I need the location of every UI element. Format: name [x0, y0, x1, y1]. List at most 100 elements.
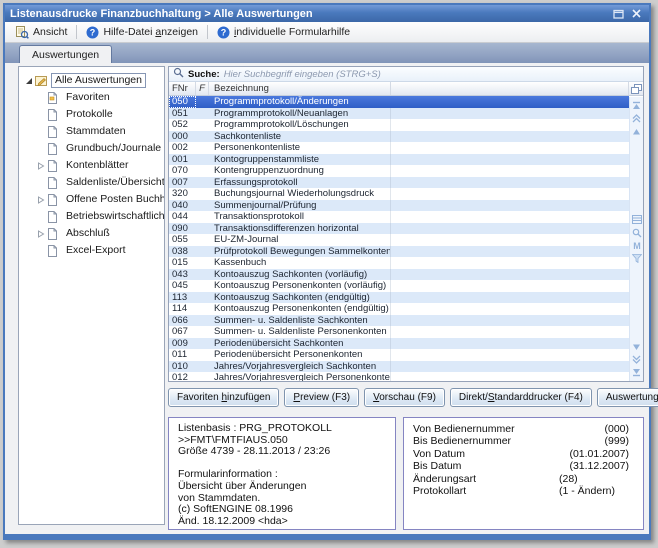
view-list-icon[interactable]	[630, 213, 643, 226]
table-row[interactable]: 015Kassenbuch	[169, 257, 629, 269]
favorites-icon	[47, 92, 58, 104]
scroll-page-up-icon[interactable]	[630, 112, 643, 125]
tree-item-6[interactable]: Offene Posten Buchhaltung	[19, 191, 164, 208]
cell-bezeichnung: Kontoauszug Sachkonten (vorläufig)	[209, 269, 391, 281]
toolbar-button-label: Ansicht	[33, 26, 67, 38]
column-header-f[interactable]: F	[196, 82, 209, 95]
tree-item-label: Betriebswirtschaftliche Auswertungen	[63, 210, 165, 223]
close-icon[interactable]	[628, 7, 644, 20]
scroll-up-icon[interactable]	[630, 125, 643, 138]
direct-standard-printer-button[interactable]: Direkt/Standarddrucker (F4)	[450, 388, 592, 407]
cell-fnr: 044	[169, 211, 196, 223]
vorschau-f9-button[interactable]: Vorschau (F9)	[364, 388, 445, 407]
print-report-button[interactable]: Auswertung drucken	[597, 388, 658, 407]
tab-auswertungen[interactable]: Auswertungen	[19, 45, 112, 63]
cell-bezeichnung: Kontoauszug Personenkonten (vorläufig)	[209, 280, 391, 292]
column-header-bezeichnung[interactable]: Bezeichnung	[209, 82, 391, 95]
tree-item-label: Kontenblätter	[63, 159, 131, 172]
preview-f3-button[interactable]: Preview (F3)	[284, 388, 359, 407]
tree-item-8[interactable]: Abschluß	[19, 225, 164, 242]
table-row[interactable]: 002Personenkontenliste	[169, 142, 629, 154]
table-header: FNr F Bezeichnung	[169, 82, 643, 96]
svg-text:?: ?	[90, 27, 96, 37]
tab-band: Auswertungen	[5, 43, 649, 63]
scroll-top-icon[interactable]	[630, 99, 643, 112]
info-line: Listenbasis : PRG_PROTOKOLL	[178, 423, 386, 435]
table-row[interactable]: 038Prüfprotokoll Bewegungen Sammelkonten	[169, 246, 629, 258]
table-row[interactable]: 114Kontoauszug Personenkonten (endgültig…	[169, 303, 629, 315]
add-favorites-button[interactable]: Favoriten hinzufügen	[168, 388, 279, 407]
page-icon	[47, 194, 58, 206]
arrow-collapsed-icon[interactable]	[37, 230, 45, 238]
table-row[interactable]: 055 EU-ZM-Journal	[169, 234, 629, 246]
tree-item-9[interactable]: Excel-Export	[19, 242, 164, 259]
cell-bezeichnung: EU-ZM-Journal	[209, 234, 391, 246]
table-row[interactable]: 090Transaktionsdifferenzen horizontal	[169, 223, 629, 235]
tree-item-7[interactable]: Betriebswirtschaftliche Auswertungen	[19, 208, 164, 225]
page-icon	[47, 211, 58, 223]
window-title: Listenausdrucke Finanzbuchhaltung > Alle…	[10, 8, 608, 20]
scroll-page-down-icon[interactable]	[630, 353, 643, 366]
tree-item-5[interactable]: Saldenliste/Übersicht	[19, 174, 164, 191]
table-body: 050Programmprotokoll/Änderungen051Progra…	[169, 96, 629, 381]
individuelle-formularhilfe-button[interactable]: ?individuelle Formularhilfe	[211, 24, 356, 41]
tree-item-label: Alle Auswertungen	[51, 73, 146, 88]
cell-bezeichnung: Jahres/Vorjahresvergleich Personenkonten	[209, 372, 391, 381]
column-chooser-icon[interactable]	[629, 82, 643, 95]
parameter-label: Von Datum	[413, 448, 559, 460]
table-row[interactable]: 011Periodenübersicht Personenkonten	[169, 349, 629, 361]
marker-icon[interactable]: M	[630, 239, 643, 252]
tree-item-4[interactable]: Kontenblätter	[19, 157, 164, 174]
table-row[interactable]: 009Periodenübersicht Sachkonten	[169, 338, 629, 350]
cell-bezeichnung: Sachkontenliste	[209, 131, 391, 143]
tree-item-root[interactable]: Alle Auswertungen	[19, 72, 164, 89]
table-row[interactable]: 040Summenjournal/Prüfung	[169, 200, 629, 212]
parameter-label: Bis Datum	[413, 460, 559, 472]
tree-item-1[interactable]: Protokolle	[19, 106, 164, 123]
search-bar[interactable]: Suche: Hier Suchbegriff eingeben (STRG+S…	[169, 67, 643, 82]
table-row[interactable]: 113Kontoauszug Sachkonten (endgültig)	[169, 292, 629, 304]
toolbar-button-label: Hilfe-Datei anzeigen	[103, 26, 198, 38]
scroll-down-icon[interactable]	[630, 340, 643, 353]
scroll-bottom-icon[interactable]	[630, 366, 643, 379]
table-row[interactable]: 007Erfassungsprotokoll	[169, 177, 629, 189]
arrow-collapsed-icon[interactable]	[37, 162, 45, 170]
tree-panel: Alle AuswertungenFavoritenProtokolleStam…	[18, 66, 165, 525]
table-row[interactable]: 067Summen- u. Saldenliste Personenkonten	[169, 326, 629, 338]
table-row[interactable]: 052Programmprotokoll/Löschungen	[169, 119, 629, 131]
page-icon	[47, 245, 58, 257]
content-area: Alle AuswertungenFavoritenProtokolleStam…	[5, 63, 649, 534]
cell-bezeichnung: Buchungsjournal Wiederholungsdruck	[209, 188, 391, 200]
table-row[interactable]: 320Buchungsjournal Wiederholungsdruck	[169, 188, 629, 200]
column-header-fnr[interactable]: FNr	[169, 82, 196, 95]
table-row[interactable]: 045Kontoauszug Personenkonten (vorläufig…	[169, 280, 629, 292]
hilfe-datei-anzeigen-button[interactable]: ? Hilfe-Datei anzeigen	[80, 24, 204, 41]
table-row[interactable]: 010Jahres/Vorjahresvergleich Sachkonten	[169, 361, 629, 373]
table-row[interactable]: 000Sachkontenliste	[169, 131, 629, 143]
magnifier-icon[interactable]	[630, 226, 643, 239]
tree-item-label: Excel-Export	[63, 244, 129, 257]
restore-icon[interactable]	[610, 7, 626, 20]
table-row[interactable]: 001Kontogruppenstammliste	[169, 154, 629, 166]
table-row[interactable]: 070Kontengruppenzuordnung	[169, 165, 629, 177]
table-row[interactable]: 044Transaktionsprotokoll	[169, 211, 629, 223]
cell-bezeichnung: Periodenübersicht Sachkonten	[209, 338, 391, 350]
parameter-row: Von Bedienernummer(000)	[413, 423, 629, 435]
ansicht-button[interactable]: Ansicht	[9, 24, 73, 41]
search-input[interactable]: Hier Suchbegriff eingeben (STRG+S)	[224, 69, 381, 80]
table-row[interactable]: 012Jahres/Vorjahresvergleich Personenkon…	[169, 372, 629, 381]
table-row[interactable]: 043Kontoauszug Sachkonten (vorläufig)	[169, 269, 629, 281]
parameter-label: Bis Bedienernummer	[413, 435, 559, 447]
tree-item-0[interactable]: Favoriten	[19, 89, 164, 106]
table-row[interactable]: 066Summen- u. Saldenliste Sachkonten	[169, 315, 629, 327]
info-line: Größe 4739 - 28.11.2013 / 23:26	[178, 446, 386, 458]
arrow-expanded-icon[interactable]	[25, 77, 33, 85]
table-row[interactable]: 050Programmprotokoll/Änderungen	[169, 96, 629, 108]
cell-fnr: 055	[169, 234, 196, 246]
tree-item-3[interactable]: Grundbuch/Journale	[19, 140, 164, 157]
tree-item-2[interactable]: Stammdaten	[19, 123, 164, 140]
parameter-label: Protokollart	[413, 485, 559, 497]
arrow-collapsed-icon[interactable]	[37, 196, 45, 204]
table-row[interactable]: 051Programmprotokoll/Neuanlagen	[169, 108, 629, 120]
filter-icon[interactable]	[630, 252, 643, 265]
